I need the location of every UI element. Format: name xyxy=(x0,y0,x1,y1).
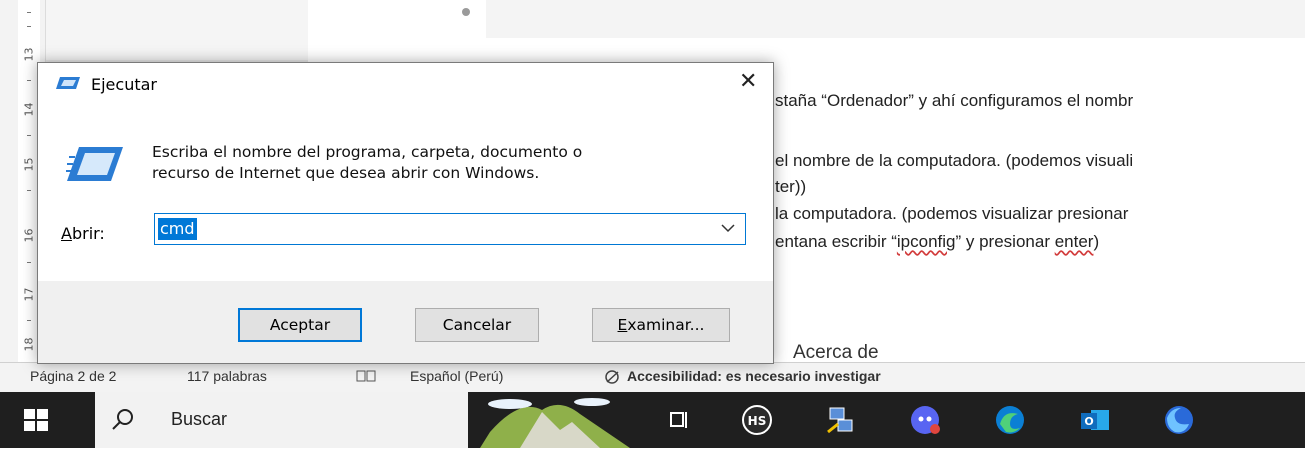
ruler-number: 16 xyxy=(22,228,36,243)
run-icon xyxy=(55,75,81,95)
ruler-tick xyxy=(27,320,31,321)
close-icon: ✕ xyxy=(739,69,758,94)
firefox-icon[interactable] xyxy=(1163,404,1195,436)
network-app-icon[interactable] xyxy=(824,404,856,436)
page-count[interactable]: Página 2 de 2 xyxy=(30,368,116,384)
open-input-value[interactable]: cmd xyxy=(158,218,197,240)
search-label: Buscar xyxy=(171,409,228,429)
browse-button[interactable]: Examinar... xyxy=(592,308,730,342)
edge-icon[interactable] xyxy=(994,404,1026,436)
document-text: ” y presionar xyxy=(955,232,1055,251)
accelerator-key: E xyxy=(617,316,628,334)
document-top-bar xyxy=(486,0,1305,38)
close-button[interactable]: ✕ xyxy=(725,63,771,103)
document-line: entana escribir “ipconfig” y presionar e… xyxy=(775,232,1099,252)
ruler-tick xyxy=(27,80,31,81)
svg-text:HS: HS xyxy=(748,414,767,428)
ruler-tick xyxy=(27,12,31,13)
ruler-number: 13 xyxy=(22,47,36,62)
accessibility-status[interactable]: Accesibilidad: es necesario investigar xyxy=(627,368,881,384)
run-dialog: Ejecutar ✕ Escriba el nombre del program… xyxy=(37,62,774,364)
misspelled-word[interactable]: enter xyxy=(1055,232,1094,251)
ruler-tick xyxy=(27,26,31,27)
taskbar: Buscar HS O xyxy=(0,392,1305,448)
navigation-pane-header xyxy=(46,0,308,60)
dialog-description: Escriba el nombre del programa, carpeta,… xyxy=(152,142,732,184)
discord-icon[interactable] xyxy=(909,404,941,436)
run-icon xyxy=(65,145,125,187)
news-weather-icon[interactable] xyxy=(480,392,630,448)
ruler-number: 18 xyxy=(22,337,36,352)
search-icon xyxy=(112,409,133,430)
windows-start-icon[interactable] xyxy=(20,404,52,436)
dialog-title: Ejecutar xyxy=(91,75,157,94)
hs-app-icon[interactable]: HS xyxy=(741,404,773,436)
browse-label: xaminar... xyxy=(627,316,705,334)
cancel-button[interactable]: Cancelar xyxy=(415,308,539,342)
section-heading: Acerca de xyxy=(793,342,879,363)
task-view-icon[interactable] xyxy=(663,404,695,436)
open-label: Abrir: xyxy=(61,224,105,243)
dialog-footer: Aceptar Cancelar Examinar... xyxy=(38,281,773,363)
ruler-number: 14 xyxy=(22,102,36,117)
ruler-tick xyxy=(27,262,31,263)
open-combobox[interactable]: cmd xyxy=(154,213,746,245)
ok-button[interactable]: Aceptar xyxy=(238,308,362,342)
ruler-number: 17 xyxy=(22,287,36,302)
document-line: staña “Ordenador” y ahí configuramos el … xyxy=(775,91,1134,110)
ruler-tick xyxy=(27,190,31,191)
taskbar-search[interactable]: Buscar xyxy=(95,392,468,448)
language-indicator[interactable]: Español (Perú) xyxy=(410,368,503,384)
outlook-new-icon[interactable]: O xyxy=(1079,404,1111,436)
accessibility-icon[interactable] xyxy=(603,369,623,388)
resize-handle[interactable] xyxy=(462,8,470,16)
description-line: recurso de Internet que desea abrir con … xyxy=(152,164,540,182)
document-text: ) xyxy=(1093,232,1100,251)
ruler-tick xyxy=(27,135,31,136)
document-line: la computadora. (podemos visualizar pres… xyxy=(775,204,1129,223)
proofing-icon[interactable] xyxy=(356,369,376,386)
document-line: el nombre de la computadora. (podemos vi… xyxy=(775,151,1134,170)
status-bar: Página 2 de 2 117 palabras Español (Perú… xyxy=(0,362,1305,393)
ruler-number: 15 xyxy=(22,157,36,172)
document-line: ter)) xyxy=(775,177,807,196)
description-line: Escriba el nombre del programa, carpeta,… xyxy=(152,143,583,161)
accelerator-key: A xyxy=(61,224,72,243)
svg-text:O: O xyxy=(1084,415,1093,428)
chevron-down-icon[interactable] xyxy=(721,223,735,233)
document-text: entana escribir “ xyxy=(775,232,897,251)
misspelled-word[interactable]: ipconfig xyxy=(897,232,956,251)
word-count[interactable]: 117 palabras xyxy=(187,368,267,384)
open-label-text: brir: xyxy=(71,224,105,243)
